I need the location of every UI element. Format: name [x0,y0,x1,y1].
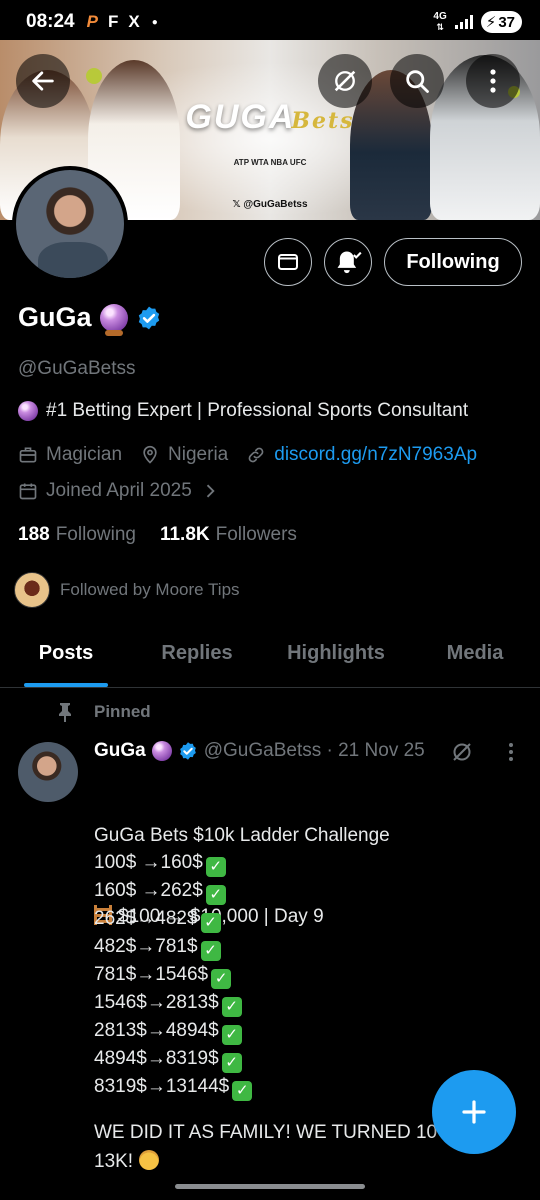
list-item: 8319$→13144$ ✓ [94,1073,253,1101]
check-mark-icon: ✓ [221,1053,242,1073]
search-icon [406,70,429,93]
chevron-right-icon [206,484,215,498]
check-mark-icon: ✓ [221,997,242,1017]
following-button[interactable]: Following [384,238,522,286]
profile-name-row: GuGa [18,302,162,336]
list-item: 1546$→2813$ ✓ [94,989,252,1017]
follower-avatar [14,572,50,608]
list-item: 4894$→8319$ ✓ [94,1045,252,1073]
envelope-icon [278,254,298,270]
joined-date[interactable]: Joined April 2025 [18,480,220,502]
list-item: 160$ →262$ ✓ [94,877,252,905]
location-pin-icon [143,445,157,464]
app-icon-p: P [86,12,98,31]
verified-badge-icon[interactable] [136,305,162,331]
tab-replies[interactable]: Replies [132,620,262,687]
post-author-avatar[interactable] [18,742,78,802]
battery-indicator: ⚡ 37 [480,11,522,33]
profile-bio: #1 Betting Expert | Professional Sports … [18,400,468,422]
plus-icon [462,1100,486,1124]
grok-icon[interactable] [450,740,474,764]
crystal-ball-icon [18,401,38,421]
following-count[interactable]: 188 Following [18,524,136,546]
check-mark-icon: ✓ [205,857,226,877]
profile-avatar[interactable] [12,166,128,282]
pinned-label: Pinned [56,702,151,722]
location-text: Nigeria [168,444,229,465]
arrow-left-icon [32,71,54,91]
location-item: Nigeria [140,444,228,466]
post-handle-date: @GuGaBetss · 21 Nov 25 [203,740,425,761]
post-ladder-list: 100$ →160$ ✓ 160$ →262$ ✓ 262$→482$ ✓ 482$→… [94,849,253,1101]
astonished-face-icon [139,1150,160,1170]
briefcase-icon [19,447,37,463]
followers-count[interactable]: 11.8K Followers [160,524,297,546]
post-author-name[interactable]: GuGa [94,740,146,762]
list-item: 482$→781$ ✓ [94,933,252,961]
status-time: 08:24 [26,11,75,32]
website-link[interactable]: discord.gg/n7zN7963Ap [274,444,477,466]
followed-by[interactable]: Followed by Moore Tips [14,572,240,608]
check-mark-icon: ✓ [200,941,221,961]
calendar-icon [19,483,37,500]
message-button[interactable] [264,238,312,286]
battery-level: 37 [498,13,515,31]
post-title: GuGa Bets $10k Ladder Challenge [94,825,390,846]
profile-handle: @GuGaBetss [18,358,136,379]
charging-icon: ⚡ [485,14,497,31]
profile-name: GuGa [18,302,92,332]
profession-item: Magician [18,444,122,466]
post-header: GuGa @GuGaBetss · 21 Nov 25 [94,740,425,762]
bell-check-icon [337,251,362,274]
search-button[interactable] [390,54,444,108]
status-bar: 08:24 P F X ● 4G ⇅ ⚡ 37 [0,0,540,44]
link-icon [248,447,264,463]
followed-by-text: Followed by Moore Tips [60,580,240,599]
tab-highlights[interactable]: Highlights [262,620,410,687]
list-item: 2813$→4894$ ✓ [94,1017,252,1045]
joined-text: Joined April 2025 [46,480,192,501]
banner-logo: GUGABets [185,98,355,136]
tennis-ball-icon [86,68,102,84]
bio-text: #1 Betting Expert | Professional Sports … [46,400,469,421]
signal-icon [454,15,473,29]
more-vertical-icon[interactable] [502,740,520,764]
compose-post-button[interactable] [432,1070,516,1154]
list-item: 100$ →160$ ✓ [94,849,252,877]
check-mark-icon: ✓ [221,1025,242,1045]
profession-text: Magician [46,444,123,465]
check-mark-icon: ✓ [205,885,226,905]
home-indicator[interactable] [175,1184,365,1189]
tab-media[interactable]: Media [410,620,540,687]
back-button[interactable] [16,54,70,108]
banner-sponsors: ATP WTA NBA UFC [233,158,307,167]
list-item: 781$→1546$ ✓ [94,961,252,989]
grok-icon [334,70,356,92]
notifications-button[interactable] [324,238,372,286]
tab-posts[interactable]: Posts [0,620,132,687]
more-options-button[interactable] [466,54,520,108]
check-mark-icon: ✓ [211,969,232,989]
post-footer-text: WE DID IT AS FAMILY! WE TURNED 10 13K! [94,1122,438,1172]
verified-badge-icon [179,742,196,760]
profile-tabs: Posts Replies Highlights Media [0,620,540,688]
list-item: 262$→482$ ✓ [94,905,252,933]
crystal-ball-icon [99,303,128,336]
app-icon-f: F [107,12,119,31]
website-item[interactable]: discord.gg/n7zN7963Ap [246,444,477,466]
profile-meta: Magician Nigeria discord.gg/n7zN7963Ap [18,444,495,466]
crystal-ball-icon [151,741,172,761]
notification-dot-icon: ● [151,16,158,28]
app-icon-x: X [128,12,140,31]
check-mark-icon: ✓ [232,1081,253,1101]
check-mark-icon: ✓ [200,913,221,933]
grok-button[interactable] [318,54,372,108]
network-indicator: 4G ⇅ [433,11,447,33]
network-type: 4G [433,11,447,22]
more-vertical-icon [490,69,496,93]
pin-icon [59,703,71,722]
follow-counts: 188 Following 11.8K Followers [18,524,297,546]
